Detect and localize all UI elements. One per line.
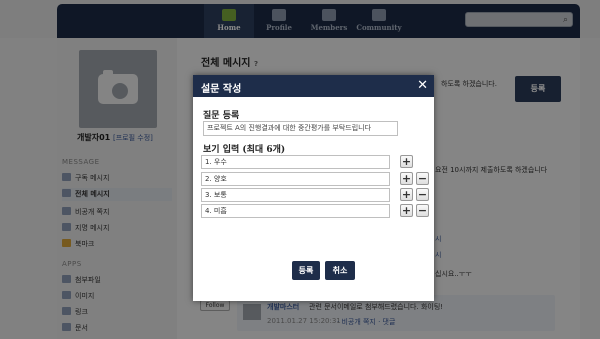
survey-modal: 설문 작성 ✕ 질문 등록 프로젝트 A의 진행결과에 대한 중간평가를 부탁드… <box>193 75 434 301</box>
remove-option-button[interactable]: − <box>416 204 429 217</box>
modal-header: 설문 작성 ✕ <box>193 75 434 97</box>
question-input[interactable]: 프로젝트 A의 진행결과에 대한 중간평가를 부탁드립니다 <box>203 121 398 136</box>
option-input-1[interactable]: 1. 우수 <box>201 155 390 169</box>
register-button[interactable]: 등록 <box>292 261 320 280</box>
question-label: 질문 등록 <box>203 111 240 121</box>
option-input-3[interactable]: 3. 보통 <box>201 188 390 202</box>
add-option-button[interactable]: + <box>400 188 413 201</box>
remove-option-button[interactable]: − <box>416 172 429 185</box>
remove-option-button[interactable]: − <box>416 188 429 201</box>
add-option-button[interactable]: + <box>400 155 413 168</box>
modal-title: 설문 작성 <box>201 84 242 95</box>
add-option-button[interactable]: + <box>400 204 413 217</box>
add-option-button[interactable]: + <box>400 172 413 185</box>
cancel-button[interactable]: 취소 <box>325 261 355 280</box>
close-icon[interactable]: ✕ <box>417 78 428 93</box>
option-input-4[interactable]: 4. 미흡 <box>201 204 390 218</box>
options-label: 보기 입력 (최대 6개) <box>203 145 286 155</box>
option-input-2[interactable]: 2. 양호 <box>201 172 390 186</box>
